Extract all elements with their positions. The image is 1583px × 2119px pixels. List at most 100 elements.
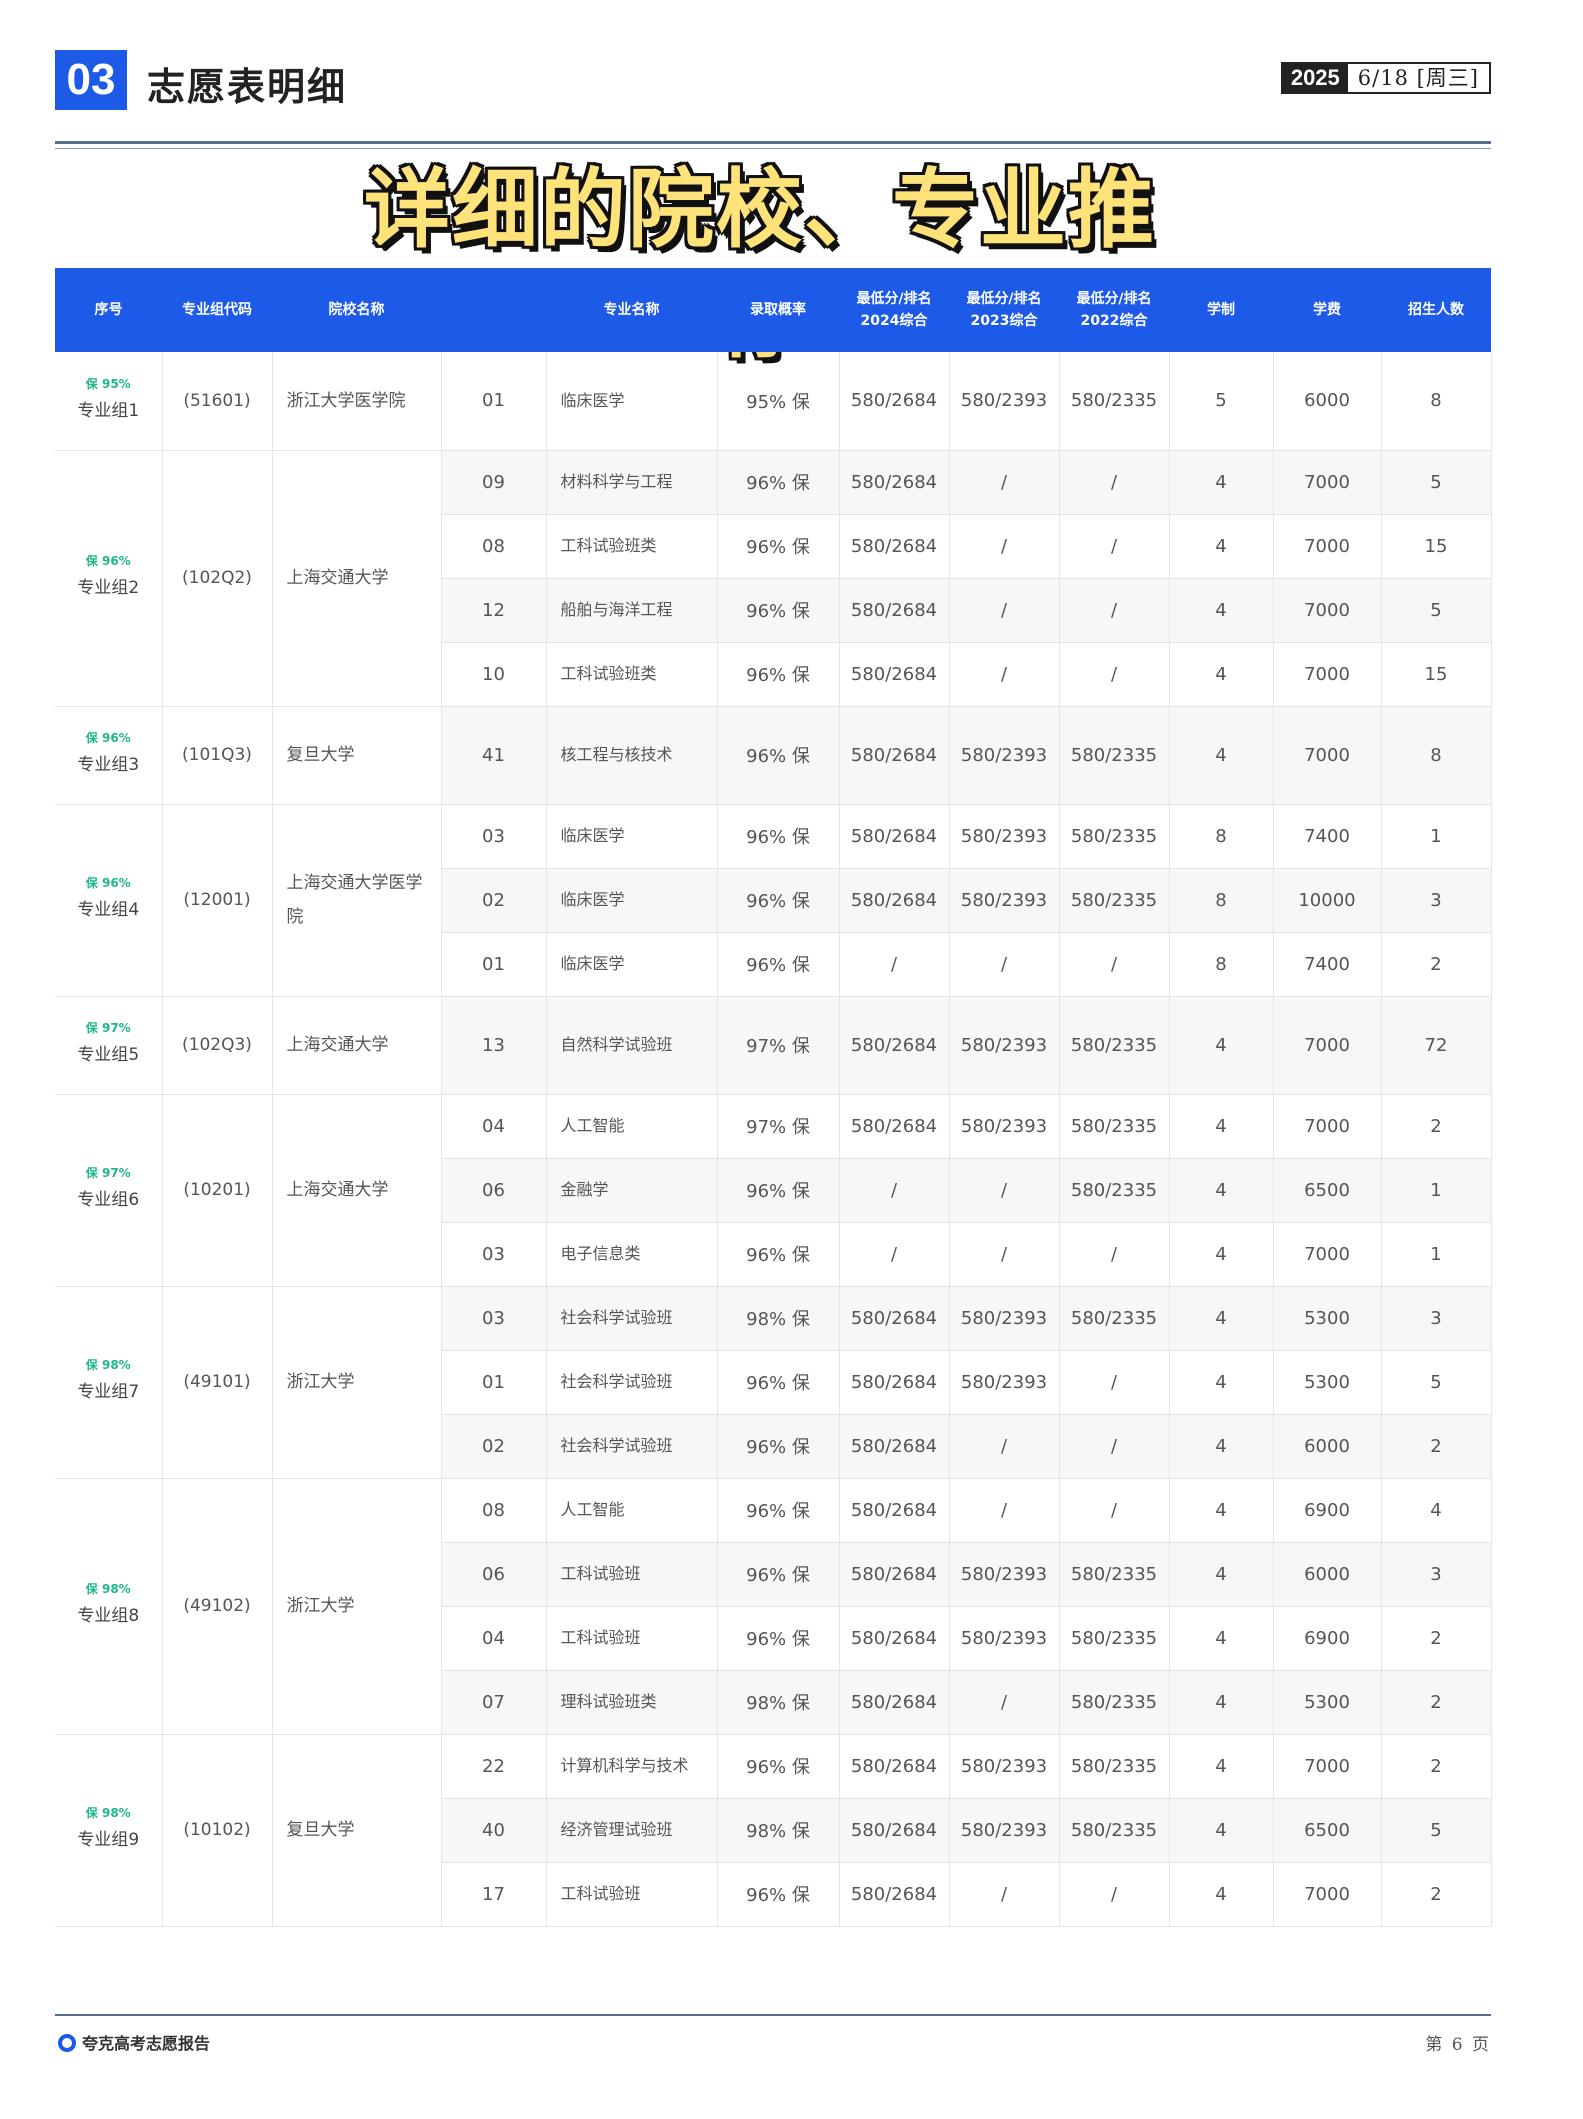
section-number: 03 — [55, 50, 127, 110]
score-2023: / — [949, 514, 1060, 579]
date-day: 6/18 [周三] — [1357, 66, 1479, 90]
column-header: 最低分/排名 2024综合 — [839, 268, 949, 352]
tuition: 6000 — [1273, 352, 1382, 451]
tuition: 7000 — [1273, 1862, 1382, 1927]
score-2023: 580/2393 — [949, 1286, 1060, 1351]
study-years: 4 — [1169, 1862, 1274, 1927]
banner-title: 详细的院校、专业推荐 — [364, 160, 1156, 370]
tuition: 7000 — [1273, 514, 1382, 579]
major-name: 金融学 — [546, 1158, 718, 1223]
tuition: 7000 — [1273, 1094, 1382, 1159]
major-code: 09 — [441, 450, 547, 515]
score-2024: 580/2684 — [839, 1606, 950, 1671]
group-code: (101Q3) — [162, 706, 273, 805]
column-header: 招生人数 — [1381, 268, 1491, 352]
major-code: 01 — [441, 932, 547, 997]
group-cell: 保 96% 专业组2 — [55, 450, 163, 707]
table-body: 保 95% 专业组1 (51601) 浙江大学医学院 01 临床医学 95% 保 580/26… — [55, 352, 1492, 1927]
admit-probability: 96% 保 — [717, 706, 840, 805]
admit-probability: 96% 保 — [717, 1542, 840, 1607]
column-header: 学制 — [1169, 268, 1273, 352]
volunteer-table: 序号 专业组代码 院校名称 专业名称 录取概率 最低分/排名 2024综合 最低分/排名 2… — [55, 268, 1492, 1927]
score-2024: 580/2684 — [839, 996, 950, 1095]
admit-probability: 96% 保 — [717, 1606, 840, 1671]
enrollment: 1 — [1381, 1222, 1492, 1287]
table-row: 保 96% 专业组4 (12001) 上海交通大学医学院 03 临床医学 96% 保 580/… — [55, 804, 1492, 997]
group-code: (49101) — [162, 1286, 273, 1479]
admit-probability: 96% 保 — [717, 450, 840, 515]
school-name: 上海交通大学医学院 — [272, 804, 442, 997]
score-2022: / — [1059, 1222, 1170, 1287]
score-2022: / — [1059, 642, 1170, 707]
admit-probability: 96% 保 — [717, 1414, 840, 1479]
score-2023: 580/2393 — [949, 1350, 1060, 1415]
group-name: 专业组4 — [77, 900, 140, 920]
major-name: 临床医学 — [546, 352, 718, 451]
group-cell: 保 97% 专业组6 — [55, 1094, 163, 1287]
page-header: 03 志愿表明细 2025 6/18 [周三] — [55, 50, 1491, 110]
group-name: 专业组6 — [77, 1190, 140, 1210]
school-name: 复旦大学 — [272, 1734, 442, 1927]
admit-probability: 96% 保 — [717, 804, 840, 869]
admit-probability: 97% 保 — [717, 996, 840, 1095]
major-code: 06 — [441, 1158, 547, 1223]
score-2023: 580/2393 — [949, 1542, 1060, 1607]
admit-probability: 96% 保 — [717, 932, 840, 997]
major-code: 17 — [441, 1862, 547, 1927]
major-name: 工科试验班类 — [546, 642, 718, 707]
tuition: 7000 — [1273, 642, 1382, 707]
group-name: 专业组2 — [77, 578, 140, 598]
study-years: 4 — [1169, 1670, 1274, 1735]
study-years: 4 — [1169, 642, 1274, 707]
tuition: 6000 — [1273, 1414, 1382, 1479]
tuition: 7400 — [1273, 932, 1382, 997]
score-2024: / — [839, 1158, 950, 1223]
table-row: 保 97% 专业组5 (102Q3) 上海交通大学 13 自然科学试验班 97% 保 580/… — [55, 996, 1492, 1095]
admit-probability: 98% 保 — [717, 1670, 840, 1735]
study-years: 4 — [1169, 1414, 1274, 1479]
major-code: 22 — [441, 1734, 547, 1799]
score-2024: 580/2684 — [839, 1094, 950, 1159]
score-2023: / — [949, 1862, 1060, 1927]
study-years: 4 — [1169, 1350, 1274, 1415]
enrollment: 8 — [1381, 706, 1492, 805]
score-2023: 580/2393 — [949, 352, 1060, 451]
probability-badge: 保 96% — [85, 554, 131, 568]
score-2024: 580/2684 — [839, 450, 950, 515]
date-year: 2025 — [1282, 64, 1348, 92]
major-name: 工科试验班 — [546, 1606, 718, 1671]
group-cell: 保 96% 专业组3 — [55, 706, 163, 805]
major-code: 01 — [441, 352, 547, 451]
admit-probability: 96% 保 — [717, 514, 840, 579]
admit-probability: 96% 保 — [717, 1478, 840, 1543]
tuition: 6900 — [1273, 1606, 1382, 1671]
table-row: 保 96% 专业组3 (101Q3) 复旦大学 41 核工程与核技术 96% 保 580/26… — [55, 706, 1492, 805]
major-name: 船舶与海洋工程 — [546, 578, 718, 643]
study-years: 8 — [1169, 804, 1274, 869]
probability-badge: 保 97% — [85, 1166, 131, 1180]
group-code: (10102) — [162, 1734, 273, 1927]
enrollment: 5 — [1381, 450, 1492, 515]
group-cell: 保 95% 专业组1 — [55, 352, 163, 451]
group-code: (49102) — [162, 1478, 273, 1735]
score-2023: / — [949, 932, 1060, 997]
major-name: 人工智能 — [546, 1478, 718, 1543]
score-2022: 580/2335 — [1059, 868, 1170, 933]
page-number: 第 6 页 — [1425, 2035, 1491, 2055]
score-2024: 580/2684 — [839, 1478, 950, 1543]
admit-probability: 96% 保 — [717, 1734, 840, 1799]
major-name: 电子信息类 — [546, 1222, 718, 1287]
study-years: 4 — [1169, 1478, 1274, 1543]
enrollment: 5 — [1381, 1350, 1492, 1415]
score-2023: 580/2393 — [949, 996, 1060, 1095]
score-2024: 580/2684 — [839, 1734, 950, 1799]
major-code: 06 — [441, 1542, 547, 1607]
study-years: 4 — [1169, 1286, 1274, 1351]
admit-probability: 96% 保 — [717, 1158, 840, 1223]
study-years: 4 — [1169, 1542, 1274, 1607]
score-2022: 580/2335 — [1059, 1734, 1170, 1799]
school-name: 复旦大学 — [272, 706, 442, 805]
major-name: 社会科学试验班 — [546, 1414, 718, 1479]
score-2022: 580/2335 — [1059, 1286, 1170, 1351]
table-row: 保 98% 专业组9 (10102) 复旦大学 22 计算机科学与技术 96% 保 580/2… — [55, 1734, 1492, 1927]
